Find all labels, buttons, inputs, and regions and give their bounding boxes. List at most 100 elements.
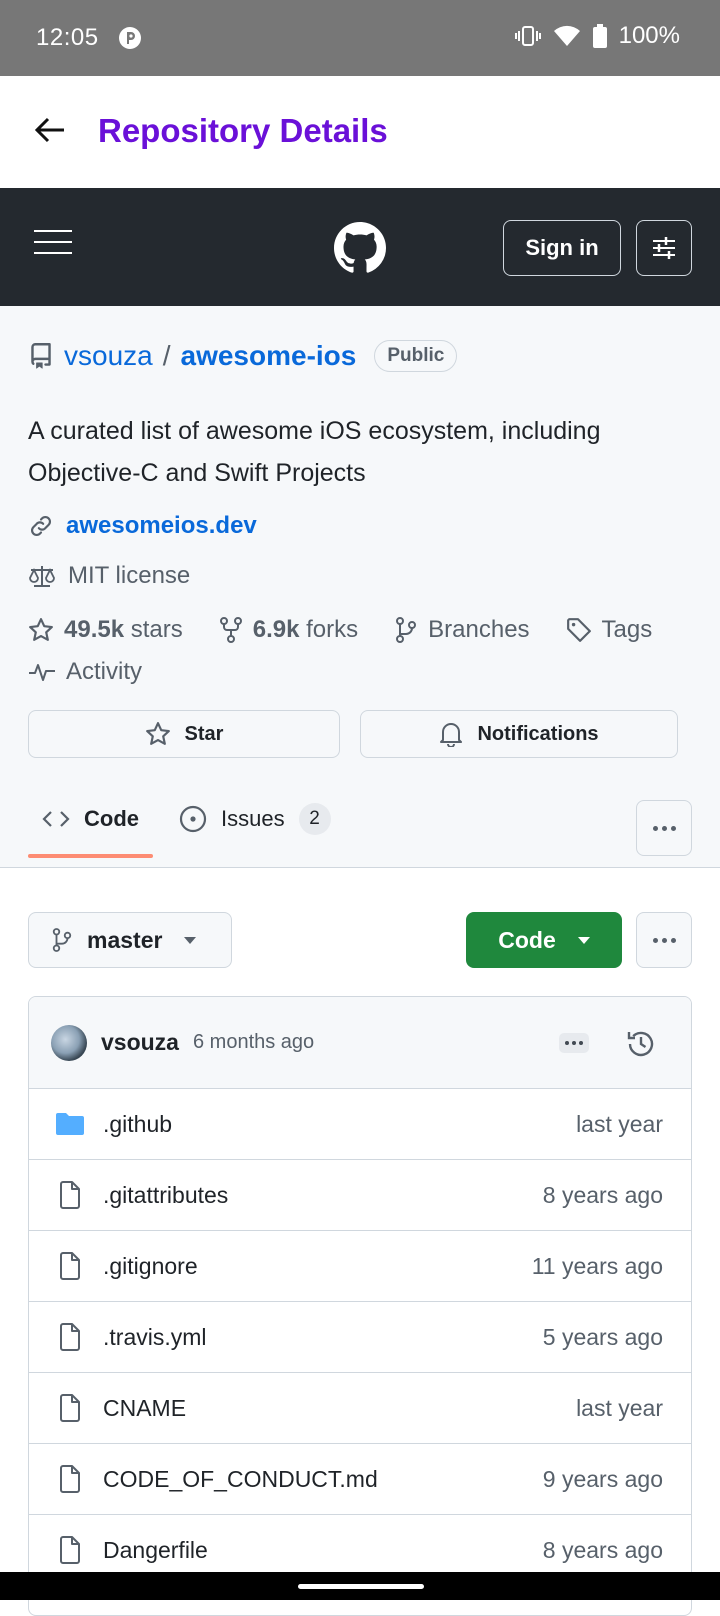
- star-icon: [145, 722, 170, 745]
- issue-opened-icon: [179, 805, 207, 833]
- branch-selector[interactable]: master: [28, 912, 232, 968]
- fork-icon: [219, 617, 242, 643]
- list-item[interactable]: CODE_OF_CONDUCT.md 9 years ago: [29, 1444, 691, 1515]
- license-label[interactable]: MIT license: [68, 562, 190, 590]
- list-item[interactable]: .gitattributes 8 years ago: [29, 1160, 691, 1231]
- tags-label: Tags: [601, 616, 653, 643]
- file-icon: [55, 1535, 85, 1565]
- branches-stat[interactable]: Branches: [394, 616, 530, 644]
- file-name[interactable]: CODE_OF_CONDUCT.md: [103, 1466, 543, 1493]
- list-item[interactable]: .gitignore 11 years ago: [29, 1231, 691, 1302]
- file-name[interactable]: .gitignore: [103, 1253, 532, 1280]
- file-name[interactable]: Dangerfile: [103, 1537, 543, 1564]
- system-nav-bar: [0, 1572, 720, 1600]
- branch-more-button[interactable]: [636, 912, 692, 968]
- notifications-button-label: Notifications: [477, 722, 599, 745]
- page-title: Repository Details: [98, 112, 388, 149]
- stars-stat[interactable]: 49.5k stars: [28, 616, 183, 644]
- repo-header: vsouza / awesome-ios Public A curated li…: [0, 306, 720, 868]
- notification-app-icon: [119, 27, 141, 49]
- code-button-label: Code: [498, 926, 556, 953]
- git-branch-icon: [52, 928, 72, 952]
- repo-stats: 49.5k stars 6.9k forks Branches Tags Act…: [28, 616, 708, 686]
- more-dots-icon: [652, 825, 676, 831]
- repo-description: A curated list of awesome iOS ecosystem,…: [28, 417, 601, 487]
- repo-icon: [31, 343, 51, 369]
- chevron-down-icon: [184, 936, 197, 944]
- chevron-down-icon: [577, 936, 590, 944]
- branches-label: Branches: [428, 616, 530, 643]
- vibrate-icon: [514, 26, 541, 46]
- code-dropdown-button[interactable]: Code: [466, 912, 622, 968]
- commit-message-toggle[interactable]: [559, 1033, 589, 1053]
- issues-count-badge: 2: [298, 803, 331, 835]
- repo-owner-link[interactable]: vsouza: [64, 340, 153, 372]
- activity-stat[interactable]: Activity: [28, 658, 142, 686]
- battery-icon: [592, 24, 607, 48]
- website-row[interactable]: awesomeios.dev: [28, 512, 257, 540]
- stars-count: 49.5k: [64, 616, 125, 643]
- menu-button[interactable]: [34, 230, 74, 260]
- repo-name-link[interactable]: awesome-ios: [181, 340, 357, 372]
- forks-count: 6.9k: [252, 616, 300, 643]
- license-row[interactable]: MIT license: [28, 562, 190, 590]
- tab-code[interactable]: Code: [28, 784, 153, 858]
- notifications-button[interactable]: Notifications: [360, 710, 678, 758]
- bell-icon: [440, 723, 463, 747]
- star-button[interactable]: Star: [28, 710, 340, 758]
- sign-in-button[interactable]: Sign in: [503, 220, 621, 276]
- file-icon: [55, 1322, 85, 1352]
- tags-stat[interactable]: Tags: [566, 616, 653, 644]
- tab-issues[interactable]: Issues 2: [165, 784, 345, 854]
- stars-label: stars: [130, 616, 183, 643]
- tabs-more-button[interactable]: [636, 800, 692, 856]
- file-name[interactable]: .github: [103, 1111, 576, 1138]
- file-age: 5 years ago: [542, 1323, 663, 1350]
- wifi-icon: [553, 25, 580, 46]
- git-branch-icon: [396, 617, 417, 643]
- tag-icon: [566, 618, 591, 642]
- file-name[interactable]: CNAME: [103, 1395, 576, 1422]
- pulse-icon: [29, 664, 55, 681]
- file-age: 8 years ago: [542, 1181, 663, 1208]
- back-button[interactable]: [28, 108, 72, 152]
- avatar[interactable]: [51, 1024, 87, 1061]
- home-gesture-handle[interactable]: [298, 1584, 424, 1589]
- file-icon: [55, 1393, 85, 1423]
- file-age: 11 years ago: [531, 1252, 663, 1279]
- list-item[interactable]: .travis.yml 5 years ago: [29, 1302, 691, 1373]
- sliders-icon: [653, 237, 675, 259]
- visibility-badge: Public: [374, 340, 458, 372]
- latest-commit-row: vsouza 6 months ago: [29, 997, 691, 1089]
- file-name[interactable]: .travis.yml: [103, 1324, 543, 1351]
- github-header: Sign in: [0, 188, 720, 306]
- status-icons: 100%: [514, 22, 680, 50]
- forks-stat[interactable]: 6.9k forks: [219, 616, 358, 644]
- repo-separator: /: [162, 340, 171, 371]
- branch-name: master: [87, 926, 163, 953]
- file-age: 8 years ago: [542, 1536, 663, 1563]
- list-item[interactable]: .github last year: [29, 1089, 691, 1160]
- app-bar: Repository Details: [0, 76, 720, 188]
- file-age: 9 years ago: [542, 1465, 663, 1492]
- file-name[interactable]: .gitattributes: [103, 1182, 543, 1209]
- file-icon: [55, 1464, 85, 1494]
- commit-time: 6 months ago: [192, 1031, 315, 1053]
- commit-author[interactable]: vsouza: [101, 1029, 179, 1056]
- star-icon: [29, 618, 53, 641]
- arrow-left-icon: [34, 117, 64, 143]
- list-item[interactable]: CNAME last year: [29, 1373, 691, 1444]
- status-time: 12:05: [36, 24, 99, 51]
- file-age: last year: [576, 1394, 663, 1421]
- status-bar: 12:05 100%: [0, 0, 720, 76]
- tab-code-label: Code: [84, 806, 139, 831]
- link-icon: [31, 516, 51, 536]
- star-button-label: Star: [184, 722, 224, 745]
- website-link[interactable]: awesomeios.dev: [66, 512, 257, 540]
- github-logo-icon[interactable]: [334, 222, 386, 274]
- forks-label: forks: [306, 616, 359, 643]
- history-icon[interactable]: [625, 1028, 657, 1060]
- file-list: vsouza 6 months ago .github last year .g…: [28, 996, 692, 1616]
- code-icon: [42, 811, 70, 827]
- settings-filter-button[interactable]: [636, 220, 692, 276]
